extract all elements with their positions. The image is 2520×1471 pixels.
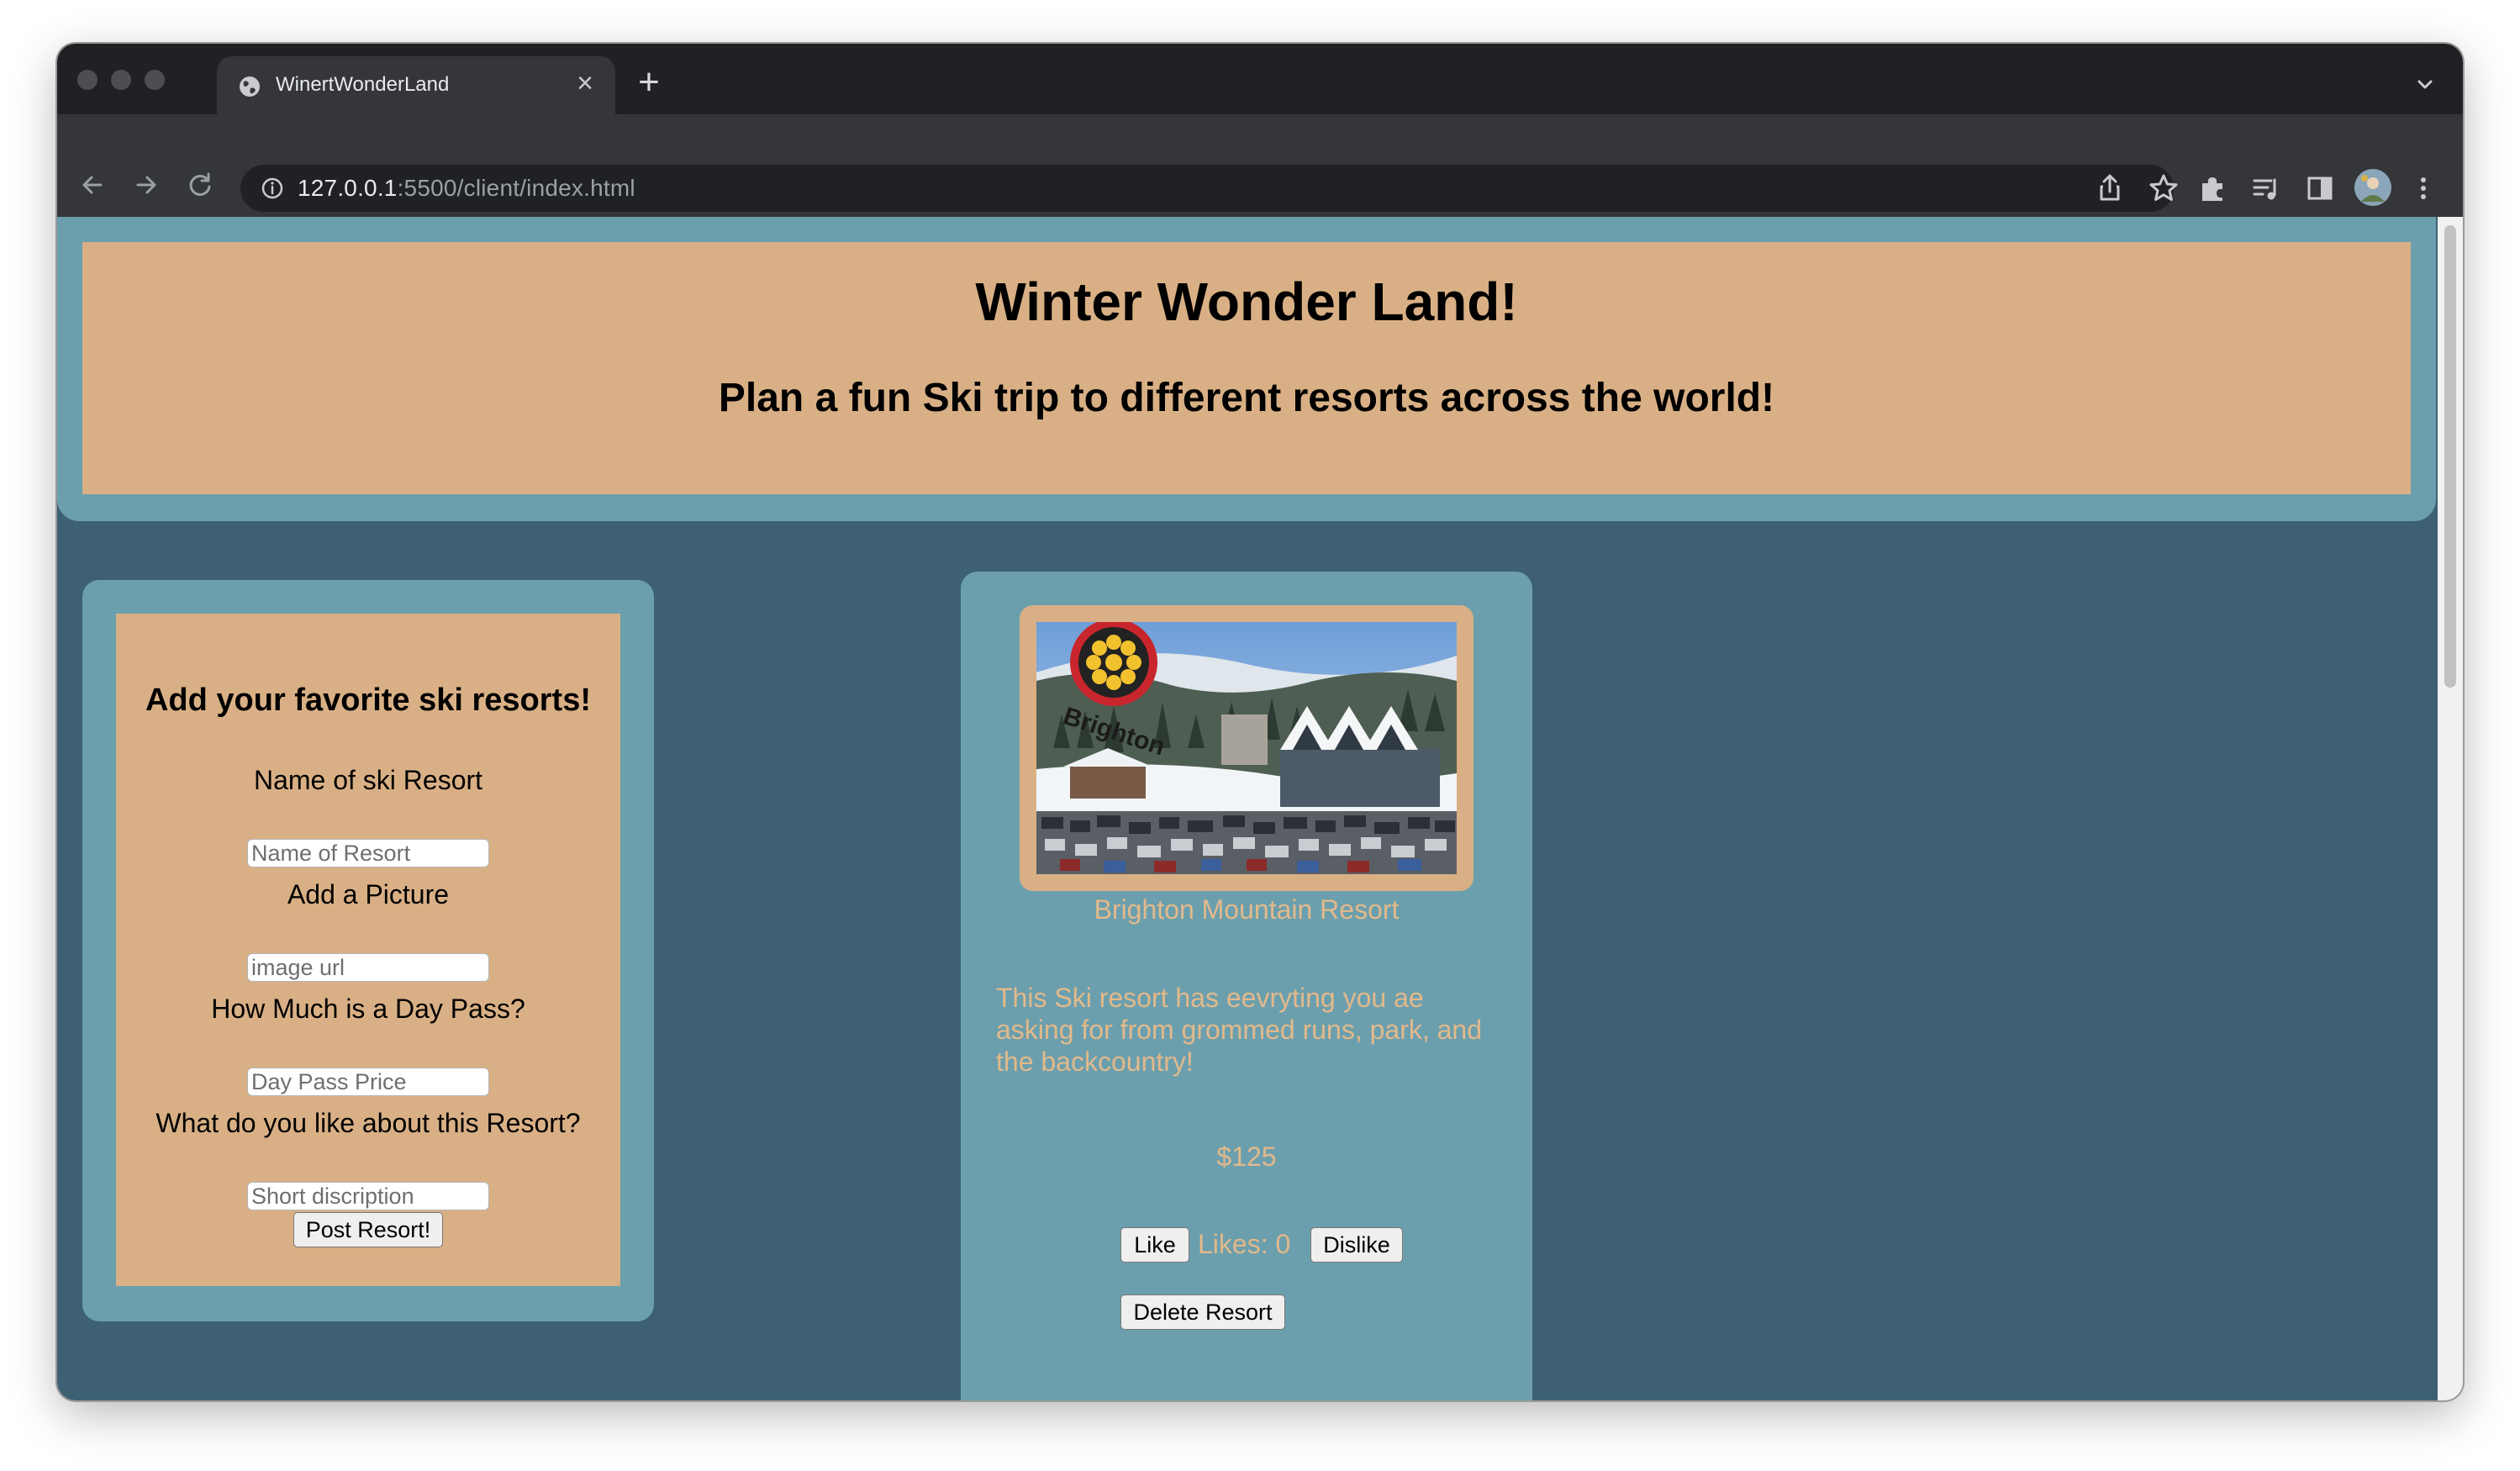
page-viewport: Winter Wonder Land! Plan a fun Ski trip … [57,217,2463,1400]
url-path: :5500/client/index.html [397,175,635,201]
browser-window: WinertWonderLand × + 127.0.0.1:5500/clie… [57,44,2463,1400]
name-label: Name of ski Resort [253,765,483,795]
like-button[interactable]: Like [1120,1227,1189,1263]
image-url-input[interactable] [247,953,489,982]
resort-name: Brighton Mountain Resort [1094,894,1400,925]
delete-resort-button[interactable]: Delete Resort [1120,1294,1285,1330]
picture-label: Add a Picture [287,879,450,909]
kebab-menu-icon[interactable] [2411,171,2436,205]
browser-tab[interactable]: WinertWonderLand × [217,56,615,114]
day-pass-price-input[interactable] [247,1068,489,1096]
resort-description: This Ski resort has eevryting you ae ask… [996,983,1483,1077]
reload-icon[interactable] [183,168,217,202]
price-label: How Much is a Day Pass? [211,994,525,1024]
plus-icon[interactable]: + [632,64,666,101]
globe-icon [240,76,260,97]
add-resort-card: Add your favorite ski resorts! Name of s… [82,580,654,1321]
page-header: Winter Wonder Land! Plan a fun Ski trip … [57,217,2436,521]
resort-photo: Brighton [1036,622,1457,874]
window-zoom-dot[interactable] [145,70,165,90]
page-title: Winter Wonder Land! [975,272,1518,332]
form-heading: Add your favorite ski resorts! [145,683,592,718]
tab-title: WinertWonderLand [276,73,450,96]
back-arrow-icon[interactable] [76,168,109,202]
likes-count: Likes: 0 [1198,1229,1291,1259]
url-text: 127.0.0.1:5500/client/index.html [298,175,635,202]
tab-strip: WinertWonderLand × + [57,44,2463,114]
dislike-button[interactable]: Dislike [1310,1227,1403,1263]
star-icon[interactable] [2147,171,2180,205]
side-panel-icon[interactable] [2303,171,2337,205]
resort-name-input[interactable] [247,839,489,867]
window-close-dot[interactable] [77,70,98,90]
address-bar[interactable]: 127.0.0.1:5500/client/index.html [240,165,2178,212]
browser-toolbar: 127.0.0.1:5500/client/index.html [57,114,2463,217]
info-icon[interactable] [261,177,284,200]
page-subtitle: Plan a fun Ski trip to different resorts… [718,376,1775,420]
description-input[interactable] [247,1182,489,1210]
resort-card: Brighton Brighton Mountain Resort This S… [961,572,1532,1400]
header-panel: Winter Wonder Land! Plan a fun Ski trip … [82,242,2411,494]
resort-price: $125 [1216,1141,1277,1172]
media-icon[interactable] [2249,171,2283,205]
scrollbar-thumb[interactable] [2444,225,2456,688]
url-host: 127.0.0.1 [298,175,398,201]
description-label: What do you like about this Resort? [156,1108,581,1138]
add-resort-form: Add your favorite ski resorts! Name of s… [116,614,620,1286]
post-resort-button[interactable]: Post Resort! [293,1212,443,1247]
window-minimize-dot[interactable] [111,70,131,90]
share-icon[interactable] [2093,171,2127,205]
chevron-down-icon[interactable] [2412,72,2438,98]
profile-avatar[interactable] [2354,168,2392,207]
close-icon[interactable]: × [570,68,600,98]
puzzle-icon[interactable] [2196,171,2229,205]
resort-photo-frame: Brighton [1020,605,1474,891]
forward-arrow-icon[interactable] [129,168,163,202]
